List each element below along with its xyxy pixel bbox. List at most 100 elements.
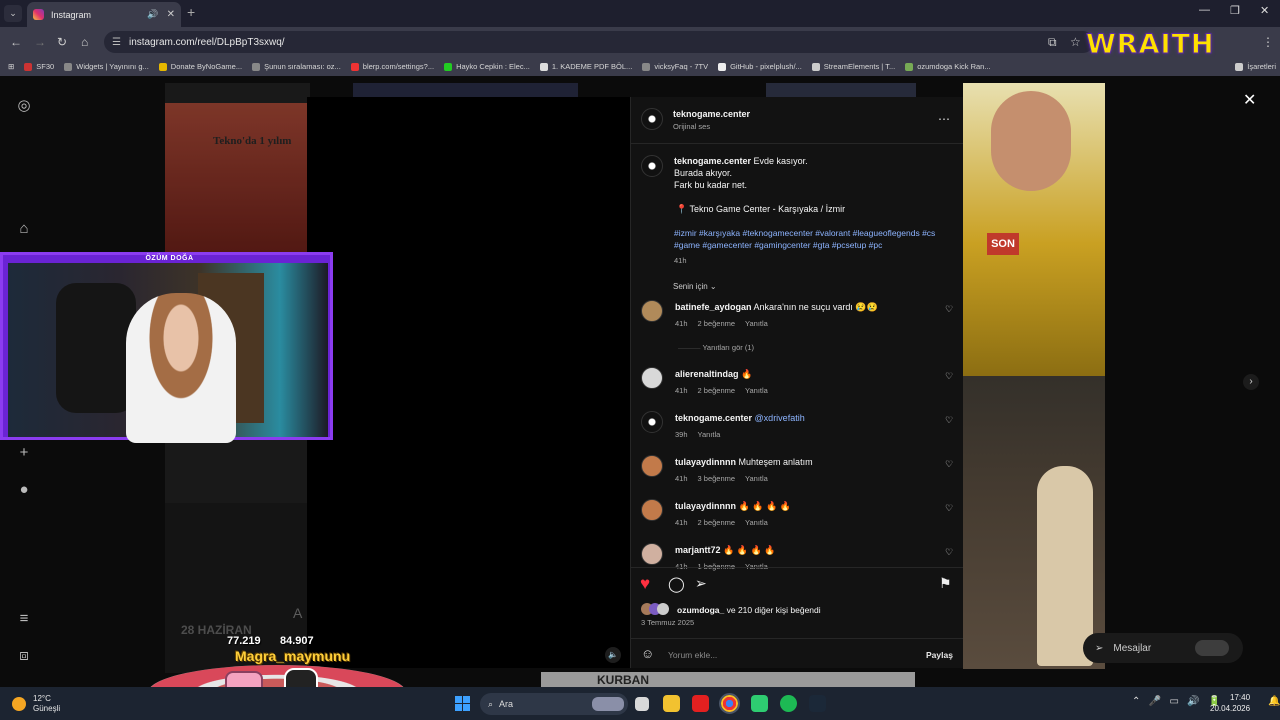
post-comment-button[interactable]: Paylaş xyxy=(926,650,953,660)
commenter-avatar[interactable] xyxy=(641,499,663,521)
commenter-avatar[interactable] xyxy=(641,367,663,389)
comment-likes[interactable]: 2 beğenme xyxy=(698,518,736,527)
commenter-avatar[interactable] xyxy=(641,455,663,477)
whatsapp-icon[interactable] xyxy=(751,695,768,712)
tab-search-button[interactable]: ⌄ xyxy=(4,5,22,22)
comment-like-icon[interactable]: ♡ xyxy=(945,459,953,470)
address-bar[interactable]: ☰ instagram.com/reel/DLpBpT3sxwq/ xyxy=(104,31,1094,53)
profile-nav-icon[interactable]: ● xyxy=(16,481,32,498)
comment-input[interactable]: Yorum ekle... xyxy=(668,650,717,660)
comment-reply[interactable]: Yanıtla xyxy=(745,474,768,483)
likes-user[interactable]: ozumdoga_ xyxy=(677,605,724,615)
bookmark-item[interactable]: blerp.com/settings?... xyxy=(350,62,434,71)
restore-button[interactable]: ❐ xyxy=(1230,4,1240,17)
steam-icon[interactable] xyxy=(809,695,826,712)
mute-icon[interactable]: 🔈 xyxy=(605,647,621,663)
comment-reply[interactable]: Yanıtla xyxy=(745,518,768,527)
comment-reply[interactable]: Yanıtla xyxy=(745,386,768,395)
author-username[interactable]: teknogame.center xyxy=(673,109,750,119)
comment-reply[interactable]: Yanıtla xyxy=(745,319,768,328)
commenter-avatar[interactable] xyxy=(641,300,663,322)
emoji-icon[interactable]: ☺ xyxy=(641,646,654,661)
comment-like-icon[interactable]: ♡ xyxy=(945,371,953,382)
back-icon[interactable]: ← xyxy=(10,35,22,49)
speaker-icon[interactable]: 🔊 xyxy=(147,9,158,20)
apps-icon[interactable]: ⊞ xyxy=(8,62,14,71)
install-icon[interactable]: ⧉ xyxy=(1048,35,1057,50)
comment-likes[interactable]: 2 beğenme xyxy=(698,319,736,328)
close-window-button[interactable]: ✕ xyxy=(1260,4,1269,17)
threads-nav-icon[interactable]: ⧈ xyxy=(16,647,32,664)
menu-icon[interactable]: ⋮ xyxy=(1262,35,1274,49)
clock[interactable]: 17:40 20.04.2026 xyxy=(1210,692,1250,714)
file-explorer-icon[interactable] xyxy=(663,695,680,712)
create-nav-icon[interactable]: + xyxy=(16,444,32,461)
bookmark-item[interactable]: vicksyFaq - 7TV xyxy=(642,62,708,71)
comment-username[interactable]: marjantt72 xyxy=(675,545,721,555)
comment-username[interactable]: tulayaydinnnn xyxy=(675,457,736,467)
comment-username[interactable]: tulayaydinnnn xyxy=(675,501,736,511)
system-tray[interactable]: ⌃ 🎤 ▭ 🔊 🔋 xyxy=(1132,696,1221,707)
comment-like-icon[interactable]: ♡ xyxy=(945,503,953,514)
liker-avatars[interactable] xyxy=(641,603,671,615)
comment-like-icon[interactable]: ♡ xyxy=(945,547,953,558)
comment-likes[interactable]: 2 beğenme xyxy=(698,386,736,395)
windows-start-icon[interactable] xyxy=(455,696,470,711)
comment-reply[interactable]: Yanıtla xyxy=(698,430,721,439)
more-nav-icon[interactable]: ≡ xyxy=(16,610,32,627)
bookmark-item[interactable]: Hayko Cepkin : Elec... xyxy=(444,62,530,71)
close-icon[interactable]: ✕ xyxy=(1243,90,1256,110)
next-post-icon[interactable]: › xyxy=(1243,374,1259,390)
bookmark-item[interactable]: Donate ByNoGame... xyxy=(158,62,242,71)
comment-username[interactable]: teknogame.center xyxy=(675,413,752,423)
comment-icon[interactable]: ◯ xyxy=(668,575,685,593)
tab-instagram[interactable]: Instagram 🔊 ✕ xyxy=(27,2,181,27)
bookmark-item[interactable]: Widgets | Yayınını g... xyxy=(64,62,149,71)
bookmark-item[interactable]: SF30 xyxy=(24,62,54,71)
comment-like-icon[interactable]: ♡ xyxy=(945,304,953,315)
new-tab-button[interactable]: + xyxy=(187,4,195,20)
minimize-button[interactable]: — xyxy=(1199,4,1210,16)
comment-username[interactable]: batinefe_aydogan xyxy=(675,302,752,312)
like-icon[interactable]: ♥ xyxy=(640,574,650,594)
sort-dropdown[interactable]: Senin için ⌄ xyxy=(673,282,717,291)
save-icon[interactable]: ⚑ xyxy=(939,575,952,592)
location[interactable]: 📍 Tekno Game Center - Karşıyaka / İzmir xyxy=(676,203,845,215)
comment-username[interactable]: alierenaltindag xyxy=(675,369,739,379)
caption-avatar[interactable] xyxy=(641,155,663,177)
bookmark-item[interactable]: İşaretleri xyxy=(1235,62,1276,71)
bookmark-item[interactable]: Şunun sıralaması: oz... xyxy=(252,62,341,71)
commenter-avatar[interactable] xyxy=(641,411,663,433)
view-replies-button[interactable]: ——— Yanıtları gör (1) xyxy=(678,343,754,352)
home-icon[interactable]: ⌂ xyxy=(81,35,88,49)
home-nav-icon[interactable]: ⌂ xyxy=(16,220,32,237)
reload-icon[interactable]: ↻ xyxy=(57,35,67,49)
comment-likes[interactable]: 3 beğenme xyxy=(698,474,736,483)
author-avatar[interactable] xyxy=(641,108,663,130)
youtube-icon[interactable] xyxy=(692,695,709,712)
close-tab-icon[interactable]: ✕ xyxy=(167,9,175,20)
likes-summary[interactable]: ozumdoga_ ve 210 diğer kişi beğendi xyxy=(677,604,821,616)
taskbar-search[interactable]: ⌕ Ara xyxy=(480,693,628,715)
caption-username[interactable]: teknogame.center xyxy=(674,156,751,166)
weather-widget[interactable]: 12°C Güneşli xyxy=(12,694,60,714)
reel-video[interactable] xyxy=(307,97,630,668)
spotify-icon[interactable] xyxy=(780,695,797,712)
audio-label[interactable]: Orijinal ses xyxy=(673,122,710,131)
bookmark-star-icon[interactable]: ☆ xyxy=(1070,35,1081,49)
share-icon[interactable]: ➢ xyxy=(695,575,707,592)
task-view-icon[interactable] xyxy=(635,697,649,711)
messages-button[interactable]: ➢ Mesajlar xyxy=(1083,633,1243,663)
hashtags[interactable]: #izmir #karşıyaka #teknogamecenter #valo… xyxy=(674,227,949,251)
bookmark-item[interactable]: ozumdoga Kick Ran... xyxy=(905,62,991,71)
site-info-icon[interactable]: ☰ xyxy=(112,37,121,48)
notifications-icon[interactable]: 🔔 xyxy=(1268,696,1280,707)
bookmark-item[interactable]: StreamElements | T... xyxy=(811,62,895,71)
chrome-icon[interactable] xyxy=(719,693,740,714)
instagram-logo-icon[interactable]: ◎ xyxy=(16,96,32,114)
comment-like-icon[interactable]: ♡ xyxy=(945,415,953,426)
more-options-icon[interactable]: ⋯ xyxy=(938,112,950,126)
commenter-avatar[interactable] xyxy=(641,543,663,565)
forward-icon[interactable]: → xyxy=(34,35,46,49)
bookmark-item[interactable]: GitHub - pixelplush/... xyxy=(718,62,802,71)
